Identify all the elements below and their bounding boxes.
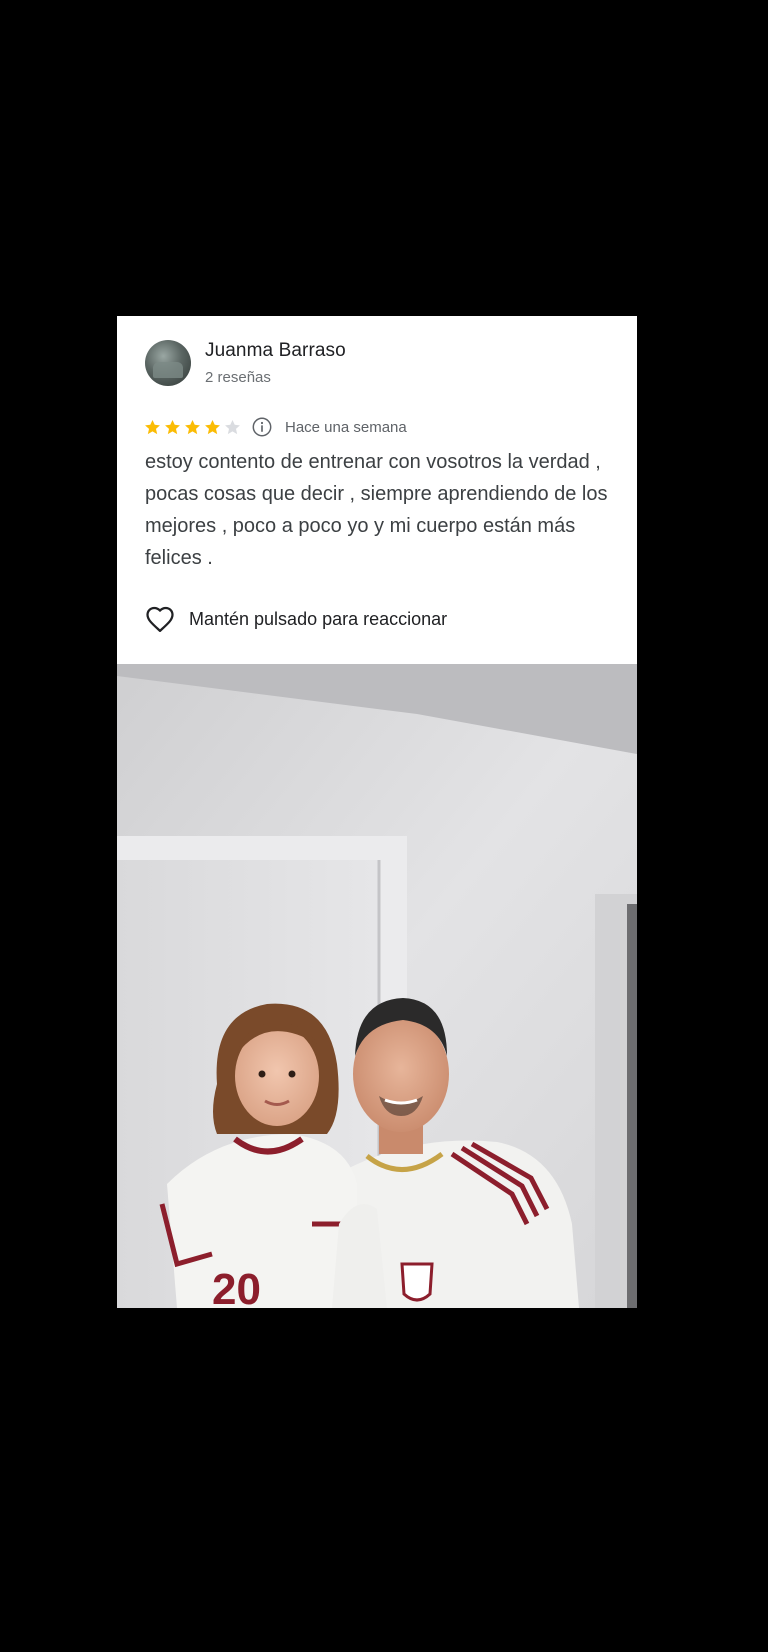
star-rating	[143, 418, 243, 437]
user-avatar[interactable]	[145, 340, 191, 386]
star-icon	[165, 419, 180, 434]
react-button[interactable]: Mantén pulsado para reaccionar	[145, 604, 447, 634]
review-text: estoy contento de entrenar con vosotros …	[145, 451, 608, 569]
review-date: Hace una semana	[285, 418, 407, 436]
review-photo-image: 20	[117, 664, 637, 1308]
heart-icon	[146, 606, 174, 632]
review-card: Juanma Barraso 2 reseñas Hace una semana…	[117, 316, 637, 664]
author-review-count: 2 reseñas	[205, 369, 271, 386]
star-icon	[225, 419, 240, 434]
star-icon	[205, 419, 220, 434]
author-name[interactable]: Juanma Barraso	[205, 340, 346, 362]
react-label: Mantén pulsado para reaccionar	[189, 608, 448, 629]
star-icon	[185, 419, 200, 434]
info-icon[interactable]	[251, 416, 273, 438]
svg-text:20: 20	[212, 1265, 261, 1308]
review-photo[interactable]: 20	[117, 664, 637, 1308]
star-icon	[145, 419, 160, 434]
rating-row: Hace una semana	[143, 414, 407, 440]
screen: Juanma Barraso 2 reseñas Hace una semana…	[0, 0, 768, 1652]
